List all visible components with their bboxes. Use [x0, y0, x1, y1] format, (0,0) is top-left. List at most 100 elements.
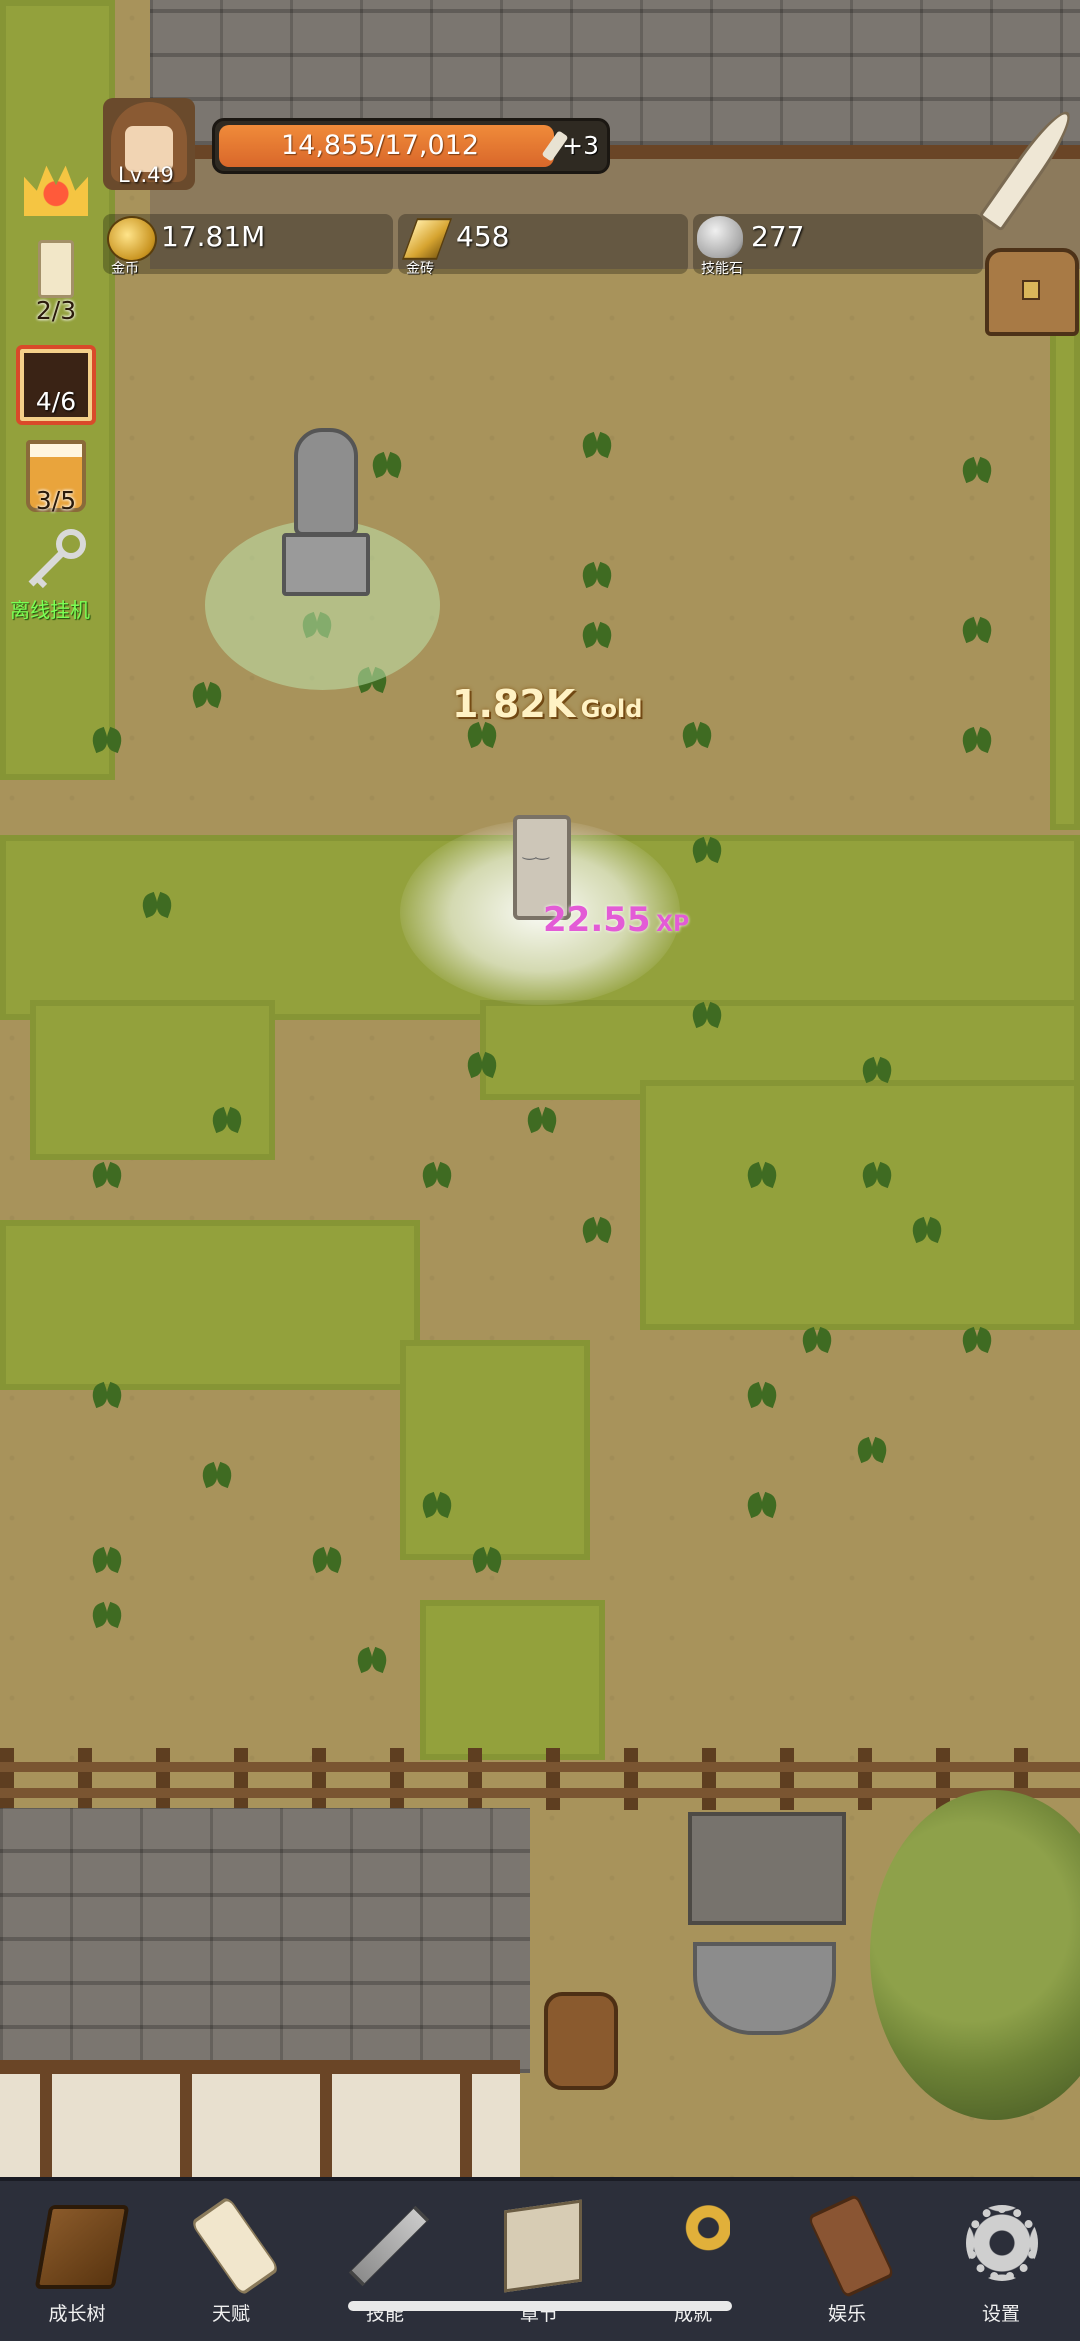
grass-patch — [0, 1220, 420, 1390]
crown-icon — [24, 165, 88, 216]
bottom-building-wall — [0, 2074, 520, 2177]
candle-count: 2/3 — [35, 296, 77, 325]
gold-coins-value: 17.81M — [161, 220, 266, 253]
xp-reward-amount: 22.55 — [543, 900, 651, 940]
nav-label: 成长树 — [48, 2303, 106, 2325]
nav-achievements[interactable]: 成就 — [616, 2181, 770, 2341]
nav-talent[interactable]: 天赋 — [154, 2181, 308, 2341]
quill-button[interactable] — [978, 100, 1080, 232]
gold-bars-caption: 金砖 — [406, 261, 434, 277]
floating-gold-reward: 1.82K Gold — [452, 682, 642, 726]
book-icon — [34, 2205, 130, 2289]
gold-reward-unit: Gold — [580, 695, 643, 723]
crop-sprout — [860, 1055, 894, 1085]
crop-sprout — [960, 455, 994, 485]
crop-sprout — [310, 1545, 344, 1575]
statue-figure — [294, 428, 358, 536]
grass-patch — [420, 1600, 605, 1760]
crop-sprout — [90, 1160, 124, 1190]
crop-sprout — [745, 1160, 779, 1190]
treasure-chest-button[interactable] — [985, 248, 1079, 336]
crop-sprout — [190, 680, 224, 710]
crop-sprout — [745, 1490, 779, 1520]
dummy-face: ‿‿ — [523, 841, 549, 860]
beer-mug-count: 3/5 — [35, 486, 77, 515]
crop-sprout — [140, 890, 174, 920]
nav-skills[interactable]: 技能 — [308, 2181, 462, 2341]
crop-sprout — [855, 1435, 889, 1465]
crop-sprout — [680, 720, 714, 750]
golden-key-icon — [658, 2205, 730, 2281]
home-indicator[interactable] — [348, 2301, 732, 2311]
xp-progress-bar: 14,855/17,012 +3 — [212, 118, 610, 174]
beer-mug-button[interactable]: 3/5 — [10, 440, 102, 520]
nav-growth-tree[interactable]: 成长树 — [0, 2181, 154, 2341]
xp-progress-text: 14,855/17,012 — [280, 130, 480, 161]
nav-label: 设置 — [981, 2303, 1020, 2325]
oak-tree — [870, 1790, 1080, 2120]
idle-offline-label: 离线挂机 — [10, 598, 90, 622]
xp-bonus: +3 — [562, 131, 599, 160]
dice-count: 4/6 — [35, 387, 77, 416]
player-level: Lv.49 — [118, 163, 174, 187]
skill-stones-caption: 技能石 — [701, 261, 743, 277]
nav-label: 娱乐 — [827, 2303, 866, 2325]
resource-gold-bars[interactable]: 458 金砖 — [398, 214, 688, 277]
grass-patch — [30, 1000, 275, 1160]
bottom-building-post — [460, 2074, 472, 2177]
nav-settings[interactable]: 设置 — [924, 2181, 1078, 2341]
scroll-icon — [189, 2195, 281, 2297]
sword-icon — [348, 2205, 430, 2287]
quill-icon — [978, 104, 1080, 232]
game-world[interactable]: ‿‿ 1.82K Gold 22.55 XP — [0, 0, 1080, 2177]
crown-button[interactable] — [10, 160, 102, 230]
crop-sprout — [470, 1545, 504, 1575]
bottom-building-roof — [0, 1808, 530, 2073]
crop-sprout — [210, 1105, 244, 1135]
dice-button[interactable]: 4/6 — [10, 345, 102, 425]
crop-sprout — [580, 560, 614, 590]
crop-sprout — [355, 1645, 389, 1675]
bottom-building-post — [40, 2074, 52, 2177]
gear-icon — [966, 2205, 1038, 2281]
skill-stones-value: 277 — [751, 220, 805, 253]
candle-button[interactable]: 2/3 — [10, 240, 102, 330]
bottom-navigation: 成长树 天赋 技能 章节 成就 娱乐 设置 — [0, 2177, 1080, 2341]
crop-sprout — [960, 725, 994, 755]
crop-sprout — [580, 620, 614, 650]
map-icon — [504, 2199, 582, 2293]
crop-sprout — [745, 1380, 779, 1410]
grass-patch — [400, 1340, 590, 1560]
resource-gold-coins[interactable]: 17.81M 金币 — [103, 214, 393, 277]
barrel — [544, 1992, 618, 2090]
grass-patch — [640, 1080, 1080, 1330]
gold-bar-icon — [401, 218, 453, 260]
nav-entertainment[interactable]: 娱乐 — [770, 2181, 924, 2341]
crop-sprout — [800, 1325, 834, 1355]
well-roof — [688, 1812, 846, 1925]
crop-sprout — [90, 1600, 124, 1630]
crop-sprout — [580, 430, 614, 460]
crop-sprout — [910, 1215, 944, 1245]
wooden-fence — [0, 1748, 1080, 1810]
xp-reward-unit: XP — [656, 912, 690, 937]
crop-sprout — [690, 835, 724, 865]
bottom-building-beam — [0, 2060, 520, 2074]
resource-skill-stones[interactable]: 277 技能石 — [693, 214, 983, 277]
nav-chapters[interactable]: 章节 — [462, 2181, 616, 2341]
crop-sprout — [420, 1160, 454, 1190]
grass-patch — [1050, 280, 1080, 830]
brown-scroll-icon — [807, 2193, 895, 2299]
floating-xp-reward: 22.55 XP — [543, 900, 689, 940]
crop-sprout — [690, 1000, 724, 1030]
nav-label: 天赋 — [211, 2303, 250, 2325]
crop-sprout — [960, 1325, 994, 1355]
crop-sprout — [960, 615, 994, 645]
praying-statue[interactable] — [282, 428, 370, 598]
treasure-chest-icon — [1022, 280, 1040, 300]
gold-coin-icon — [107, 216, 157, 262]
skill-stone-icon — [697, 216, 743, 258]
crop-sprout — [90, 725, 124, 755]
crop-sprout — [200, 1460, 234, 1490]
crop-sprout — [580, 1215, 614, 1245]
